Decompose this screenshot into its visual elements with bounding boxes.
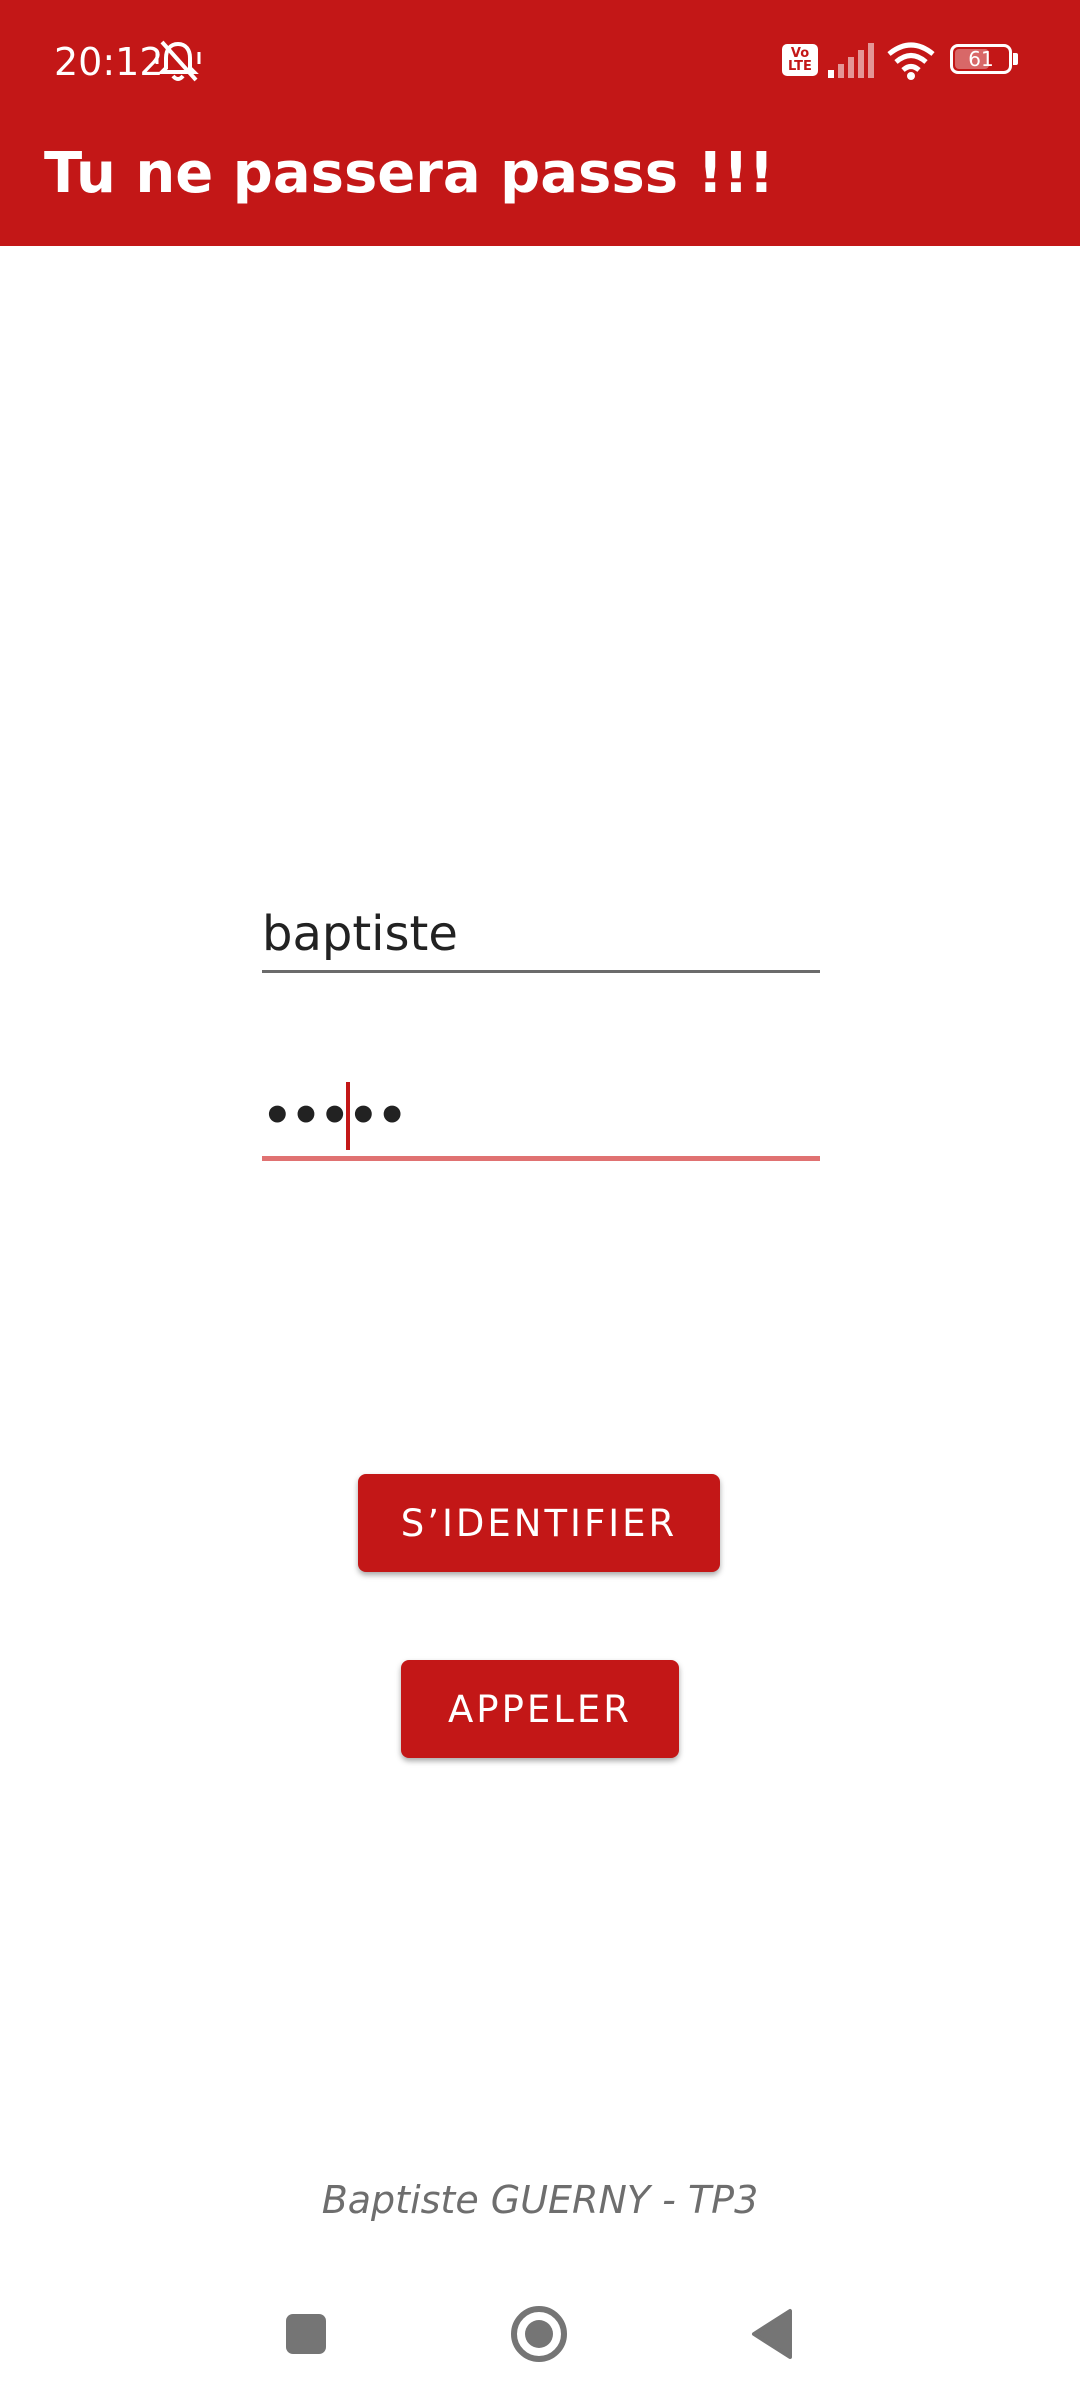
password-field[interactable]: ••••• (262, 1078, 820, 1162)
username-field[interactable]: baptiste (262, 896, 820, 976)
signal-icon (828, 43, 874, 78)
recents-square-icon (286, 2314, 326, 2354)
password-underline (262, 1156, 820, 1161)
call-button[interactable]: APPELER (401, 1660, 679, 1758)
back-triangle-icon (752, 2309, 792, 2359)
status-bar: 20:12 Vo LTE 61 (0, 0, 1080, 120)
login-button[interactable]: S’IDENTIFIER (358, 1474, 720, 1572)
battery-icon: 61 (950, 44, 1012, 74)
home-button[interactable] (489, 2284, 589, 2384)
volte-icon: Vo LTE (782, 44, 818, 76)
battery-percent: 61 (968, 47, 994, 71)
status-time: 20:12 (54, 40, 164, 84)
username-underline (262, 970, 820, 973)
home-circle-icon (511, 2306, 567, 2362)
recents-button[interactable] (256, 2284, 356, 2384)
text-caret (346, 1082, 350, 1150)
footer-credit: Baptiste GUERNY - TP3 (321, 2178, 759, 2222)
back-button[interactable] (722, 2284, 822, 2384)
username-value: baptiste (262, 906, 458, 962)
password-value: ••••• (262, 1088, 407, 1144)
login-button-label: S’IDENTIFIER (400, 1501, 678, 1545)
wifi-icon (887, 42, 935, 80)
call-button-label: APPELER (447, 1687, 632, 1731)
bell-muted-icon (155, 40, 201, 82)
battery-tip (1013, 53, 1018, 65)
page-title: Tu ne passera passs !!! (44, 141, 775, 206)
